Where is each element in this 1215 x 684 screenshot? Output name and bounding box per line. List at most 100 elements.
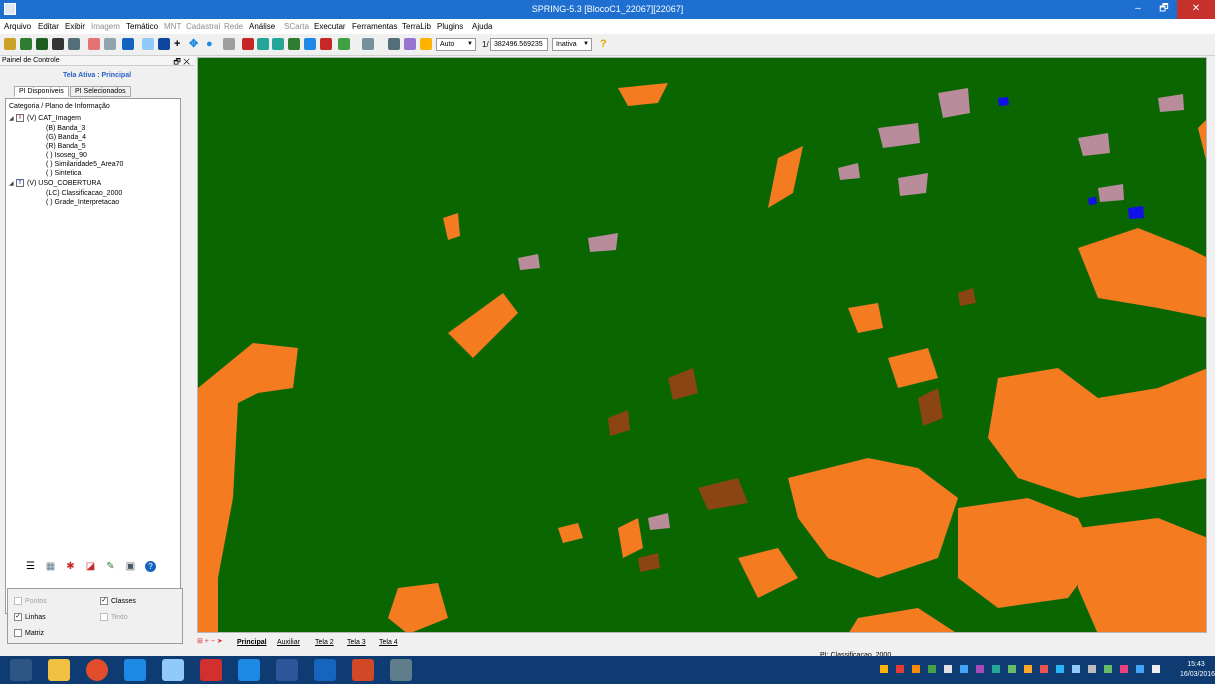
file-explorer-icon[interactable]	[48, 659, 70, 681]
measure-icon[interactable]	[404, 38, 416, 50]
pontos-checkbox[interactable]	[14, 597, 22, 605]
matriz-checkbox[interactable]	[14, 629, 22, 637]
menu-executar[interactable]: Executar	[314, 22, 346, 31]
tray-app-icon[interactable]	[1040, 665, 1048, 673]
word-icon[interactable]	[276, 659, 298, 681]
close-button[interactable]: ✕	[1177, 0, 1215, 19]
menu-tematico[interactable]: Temático	[126, 22, 158, 31]
legend-icon[interactable]: ✱	[65, 561, 76, 572]
tree-item-grade-interpretacao[interactable]: ( ) Grade_Interpretacao	[46, 198, 119, 207]
pan-icon[interactable]: ✥	[189, 36, 198, 52]
zoom-in-icon[interactable]	[257, 38, 269, 50]
tree-item-classificacao-2000[interactable]: (LC) Classificacao_2000	[46, 189, 122, 198]
tree-item-cat-imagem[interactable]: ◢ I (V) CAT_Imagem	[9, 114, 81, 123]
tab-pi-selecionados[interactable]: PI Selecionados	[70, 86, 131, 97]
project-icon[interactable]	[20, 38, 32, 50]
menu-editar[interactable]: Editar	[38, 22, 59, 31]
back-icon[interactable]	[304, 38, 316, 50]
menu-plugins[interactable]: Plugins	[437, 22, 463, 31]
tray-app-icon[interactable]	[1120, 665, 1128, 673]
tray-warning-icon[interactable]	[880, 665, 888, 673]
tree-item-sintetica[interactable]: ( ) Sintetica	[46, 169, 81, 178]
chrome-icon[interactable]	[86, 659, 108, 681]
window-icon[interactable]	[88, 38, 100, 50]
tab-tela-4[interactable]: Tela 4	[379, 638, 398, 648]
minimize-button[interactable]: –	[1125, 0, 1151, 19]
zoom-menu-icon[interactable]	[362, 38, 374, 50]
tree-item-uso-cobertura[interactable]: ◢ T (V) USO_COBERTURA	[9, 179, 101, 188]
select-icon[interactable]	[142, 38, 154, 50]
option-matriz[interactable]: Matriz	[14, 629, 44, 637]
tray-app-icon[interactable]	[1008, 665, 1016, 673]
volume-icon[interactable]	[1152, 665, 1160, 673]
redo-icon[interactable]	[320, 38, 332, 50]
zoom-mode-select[interactable]: Auto ▼	[436, 38, 476, 51]
box-select-icon[interactable]	[158, 38, 170, 50]
view-tab-nav[interactable]: ⊞ + − ➤	[197, 637, 223, 645]
menu-terralib[interactable]: TerraLib	[402, 22, 431, 31]
menu-arquivo[interactable]: Arquivo	[4, 22, 31, 31]
menu-exibir[interactable]: Exibir	[65, 22, 85, 31]
pencil-icon[interactable]	[242, 38, 254, 50]
tree-item-isoseg-90[interactable]: ( ) Isoseg_90	[46, 151, 87, 160]
list-icon[interactable]: ☰	[25, 561, 36, 572]
grid-icon[interactable]	[388, 38, 400, 50]
expander-icon[interactable]: ◢	[9, 115, 16, 124]
windows-start-icon[interactable]	[10, 659, 32, 681]
option-texto[interactable]: Texto	[100, 613, 128, 621]
remote-desktop-icon[interactable]	[390, 659, 412, 681]
tree-item-banda-3[interactable]: (B) Banda_3	[46, 124, 85, 133]
info-icon[interactable]	[122, 38, 134, 50]
map-canvas[interactable]	[197, 57, 1207, 633]
cursor-icon[interactable]	[104, 38, 116, 50]
tray-app-icon[interactable]	[976, 665, 984, 673]
draw-icon[interactable]	[68, 38, 80, 50]
window-icon[interactable]: ▣	[125, 561, 136, 572]
zoom-out-icon[interactable]	[272, 38, 284, 50]
tray-app-icon[interactable]	[1056, 665, 1064, 673]
table-icon[interactable]: ▦	[45, 561, 56, 572]
menu-cadastral[interactable]: Cadastral	[186, 22, 220, 31]
state-select[interactable]: Inativa ▼	[552, 38, 592, 51]
tray-app-icon[interactable]	[912, 665, 920, 673]
tree-item-banda-5[interactable]: (R) Banda_5	[46, 142, 86, 151]
tray-app-icon[interactable]	[992, 665, 1000, 673]
option-pontos[interactable]: Pontos	[14, 597, 47, 605]
layers-icon[interactable]	[36, 38, 48, 50]
eraser-icon[interactable]	[223, 38, 235, 50]
menu-scarta[interactable]: SCarta	[284, 22, 309, 31]
tree-item-banda-4[interactable]: (G) Banda_4	[46, 133, 86, 142]
tray-app-icon[interactable]	[1136, 665, 1144, 673]
classes-checkbox[interactable]: ✓	[100, 597, 108, 605]
panel-float-close-buttons[interactable]: 🗗 ✕	[173, 56, 190, 70]
display-icon[interactable]	[52, 38, 64, 50]
search-app-icon[interactable]	[162, 659, 184, 681]
skype-icon[interactable]	[238, 659, 260, 681]
expander-icon[interactable]: ◢	[9, 180, 16, 189]
powerpoint-icon[interactable]	[352, 659, 374, 681]
plus-icon[interactable]: +	[174, 36, 180, 52]
maximize-button[interactable]: 🗗	[1151, 0, 1177, 19]
acrobat-icon[interactable]	[200, 659, 222, 681]
edit-icon[interactable]: ✎	[105, 561, 116, 572]
tab-tela-3[interactable]: Tela 3	[347, 638, 366, 648]
tray-app-icon[interactable]	[896, 665, 904, 673]
layer-toggle-icon[interactable]	[338, 38, 350, 50]
option-classes[interactable]: ✓ Classes	[100, 597, 136, 605]
tray-app-icon[interactable]	[1072, 665, 1080, 673]
menu-imagem[interactable]: Imagem	[91, 22, 120, 31]
fit-icon[interactable]	[420, 38, 432, 50]
menu-rede[interactable]: Rede	[224, 22, 243, 31]
help-icon[interactable]: ?	[145, 561, 156, 572]
visual-icon[interactable]: ◪	[85, 561, 96, 572]
tab-principal[interactable]: Principal	[237, 638, 267, 648]
menu-ferramentas[interactable]: Ferramentas	[352, 22, 397, 31]
spring-taskbar-icon[interactable]	[314, 659, 336, 681]
option-linhas[interactable]: ✓ Linhas	[14, 613, 46, 621]
menu-analise[interactable]: Análise	[249, 22, 275, 31]
tray-app-icon[interactable]	[960, 665, 968, 673]
tab-tela-2[interactable]: Tela 2	[315, 638, 334, 648]
menu-mnt[interactable]: MNT	[164, 22, 181, 31]
tab-pi-disponiveis[interactable]: PI Disponíveis	[14, 86, 69, 97]
tray-app-icon[interactable]	[928, 665, 936, 673]
